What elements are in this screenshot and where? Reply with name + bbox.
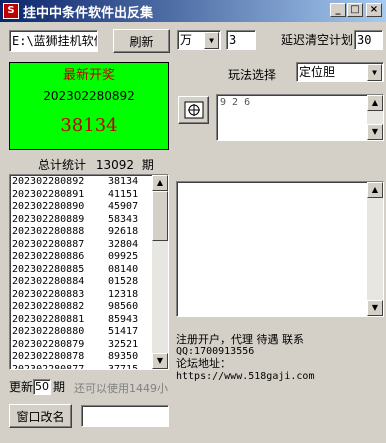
- list-item[interactable]: 202302280882 98560: [10, 301, 168, 314]
- scroll-up-icon[interactable]: ▲: [367, 182, 383, 198]
- latest-draw-panel: 最新开奖 202302280892 38134: [9, 62, 169, 150]
- app-icon[interactable]: S: [3, 3, 19, 19]
- update-row: 更新 50 期: [9, 378, 65, 395]
- numbers-text: 9 2 6: [220, 97, 251, 108]
- list-item[interactable]: 202302280889 58343: [10, 214, 168, 227]
- total-stats-label: 总计统计: [38, 158, 87, 172]
- list-item[interactable]: 202302280878 89350: [10, 351, 168, 364]
- history-issue: 202302280884: [12, 276, 85, 287]
- list-item[interactable]: 202302280879 32521: [10, 339, 168, 352]
- scroll-up-icon[interactable]: ▲: [367, 95, 383, 111]
- rename-window-button[interactable]: 窗口改名: [9, 404, 72, 428]
- rename-input[interactable]: [81, 405, 169, 427]
- history-issue: 202302280883: [12, 288, 85, 300]
- history-list[interactable]: 202302280892 38134 202302280891 41151 202302…: [9, 174, 169, 370]
- delay-input[interactable]: 30: [354, 30, 383, 50]
- scroll-thumb[interactable]: [152, 191, 168, 241]
- history-issue: 202302280882: [12, 301, 85, 312]
- total-stats-unit: 期: [141, 158, 154, 172]
- info-line1: 注册开户，代理 待遇 联系: [176, 333, 304, 346]
- list-item[interactable]: 202302280886 09925: [10, 251, 168, 264]
- total-stats: 总计统计 13092 期: [38, 156, 154, 173]
- title-bar: S 挂中中条件软件出反集 _ □ ×: [0, 0, 386, 22]
- history-number: 98560: [108, 301, 139, 312]
- list-item[interactable]: 202302280892 38134: [10, 176, 168, 189]
- history-number: 92618: [108, 226, 139, 237]
- play-mode-select[interactable]: 定位胆 ▼: [296, 62, 384, 82]
- history-number: 89350: [108, 351, 139, 362]
- history-issue: 202302280890: [12, 201, 85, 212]
- history-number: 85943: [108, 313, 139, 325]
- history-issue: 202302280891: [12, 188, 85, 200]
- history-number: 08140: [108, 263, 139, 275]
- history-number: 38134: [108, 176, 139, 187]
- chevron-down-icon[interactable]: ▼: [204, 32, 219, 49]
- history-issue: 202302280888: [12, 226, 85, 237]
- history-issue: 202302280887: [12, 238, 85, 250]
- history-issue: 202302280885: [12, 263, 85, 275]
- update-suffix: 期: [53, 380, 66, 394]
- history-number: 58343: [108, 213, 139, 225]
- history-issue: 202302280878: [12, 351, 85, 362]
- scroll-down-icon[interactable]: ▼: [367, 300, 383, 316]
- scroll-down-icon[interactable]: ▼: [152, 353, 168, 369]
- maximize-button[interactable]: □: [347, 3, 363, 17]
- info-line3: 论坛地址：: [176, 357, 231, 370]
- history-issue: 202302280886: [12, 251, 85, 262]
- numbers-textarea[interactable]: 9 2 6 ▲ ▼: [216, 94, 384, 141]
- chevron-down-icon[interactable]: ▼: [367, 64, 382, 81]
- target-icon[interactable]: [178, 96, 209, 124]
- list-item[interactable]: 202302280881 85943: [10, 314, 168, 327]
- remaining-time: 还可以使用1449小: [74, 382, 168, 395]
- history-number: 09925: [108, 251, 139, 262]
- minimize-button[interactable]: _: [330, 3, 346, 17]
- total-stats-count: 13092: [95, 158, 135, 172]
- history-issue: 202302280889: [12, 213, 85, 225]
- history-issue: 202302280880: [12, 326, 85, 337]
- list-item[interactable]: 202302280891 41151: [10, 189, 168, 202]
- scroll-down-icon[interactable]: ▼: [367, 124, 383, 140]
- list-item[interactable]: 202302280880 51417: [10, 326, 168, 339]
- update-prefix: 更新: [9, 380, 34, 394]
- list-item[interactable]: 202302280883 12318: [10, 289, 168, 302]
- output-scrollbar[interactable]: ▲ ▼: [367, 182, 383, 316]
- latest-draw-issue: 202302280892: [43, 89, 135, 103]
- history-number: 12318: [108, 288, 139, 300]
- list-item[interactable]: 202302280884 01528: [10, 276, 168, 289]
- history-issue: 202302280881: [12, 313, 85, 325]
- history-number: 32804: [108, 238, 139, 250]
- list-item[interactable]: 202302280877 37715: [10, 363, 168, 370]
- latest-draw-label: 最新开奖: [62, 68, 115, 83]
- history-number: 41151: [108, 188, 139, 200]
- close-button[interactable]: ×: [366, 3, 382, 17]
- history-issue: 202302280892: [12, 176, 85, 187]
- list-item[interactable]: 202302280890 45907: [10, 201, 168, 214]
- refresh-button[interactable]: 刷新: [113, 29, 170, 53]
- list-item[interactable]: 202302280887 32804: [10, 239, 168, 252]
- path-input[interactable]: E:\蓝狮挂机软件: [9, 30, 98, 52]
- count-input[interactable]: 3: [226, 30, 256, 50]
- delay-label: 延迟清空计划: [281, 33, 354, 47]
- list-item[interactable]: 202302280885 08140: [10, 264, 168, 277]
- history-scrollbar[interactable]: ▲ ▼: [152, 175, 168, 369]
- history-issue: 202302280879: [12, 338, 85, 350]
- info-line4[interactable]: https://www.518gaji.com: [176, 371, 314, 383]
- unit-select[interactable]: 万 ▼: [177, 30, 221, 50]
- latest-draw-number: 38134: [60, 115, 118, 136]
- history-issue: 202302280877: [12, 363, 85, 370]
- unit-select-value: 万: [180, 33, 193, 47]
- history-number: 51417: [108, 326, 139, 337]
- window-title: 挂中中条件软件出反集: [23, 5, 154, 21]
- play-mode-label: 玩法选择: [228, 68, 277, 82]
- history-number: 32521: [108, 338, 139, 350]
- history-number: 45907: [108, 201, 139, 212]
- play-mode-value: 定位胆: [299, 65, 336, 79]
- numbers-scrollbar[interactable]: ▲ ▼: [367, 95, 383, 140]
- scroll-up-icon[interactable]: ▲: [152, 175, 168, 191]
- list-item[interactable]: 202302280888 92618: [10, 226, 168, 239]
- update-count-input[interactable]: 50: [33, 378, 52, 395]
- history-number: 01528: [108, 276, 139, 287]
- output-textarea[interactable]: ▲ ▼: [176, 181, 384, 317]
- history-number: 37715: [108, 363, 139, 370]
